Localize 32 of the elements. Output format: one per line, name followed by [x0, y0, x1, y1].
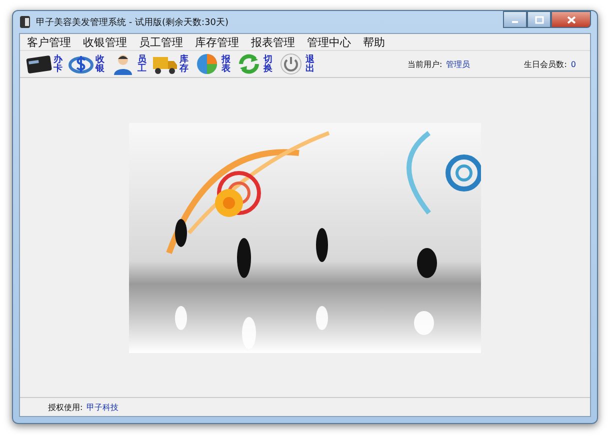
licensee-name: 甲子科技	[86, 402, 119, 412]
menu-item[interactable]: 帮助	[358, 34, 392, 50]
pie-chart-icon	[194, 53, 220, 75]
close-icon	[566, 16, 576, 24]
app-icon	[19, 15, 31, 29]
minimize-button[interactable]	[503, 11, 527, 28]
current-user-value: 管理员	[446, 58, 470, 70]
license-label: 授权使用:	[48, 402, 83, 412]
window-title: 甲子美容美发管理系统 - 试用版(剩余天数:30天)	[36, 16, 228, 28]
current-user-label: 当前用户:	[408, 58, 442, 70]
toolbar-button[interactable]: 切换	[234, 53, 276, 75]
close-button[interactable]	[551, 11, 591, 28]
birthday-members-count: 0	[570, 60, 576, 68]
menu-item[interactable]: 报表管理	[246, 34, 302, 50]
toolbar-button[interactable]: 库存	[150, 53, 192, 75]
power-icon	[278, 53, 304, 75]
birthday-members-label: 生日会员数:	[524, 58, 567, 70]
card-icon	[26, 53, 52, 75]
toolbar-button[interactable]: 员工	[108, 53, 150, 75]
maximize-icon	[534, 16, 544, 24]
menu-item[interactable]: 客户管理	[22, 34, 78, 50]
toolbar-button[interactable]: 退出	[276, 53, 318, 75]
menu-item[interactable]: 管理中心	[302, 34, 358, 50]
toolbar-button[interactable]: 报表	[192, 53, 234, 75]
maximize-button[interactable]	[527, 11, 551, 28]
dollar-swirl-icon	[68, 53, 94, 75]
refresh-icon	[236, 53, 262, 75]
menu-item[interactable]: 收银管理	[78, 34, 134, 50]
menu-item[interactable]: 员工管理	[134, 34, 190, 50]
menu-item[interactable]: 库存管理	[190, 34, 246, 50]
toolbar-button[interactable]: 办卡	[24, 53, 66, 75]
toolbar-button[interactable]: 收银	[66, 53, 108, 75]
